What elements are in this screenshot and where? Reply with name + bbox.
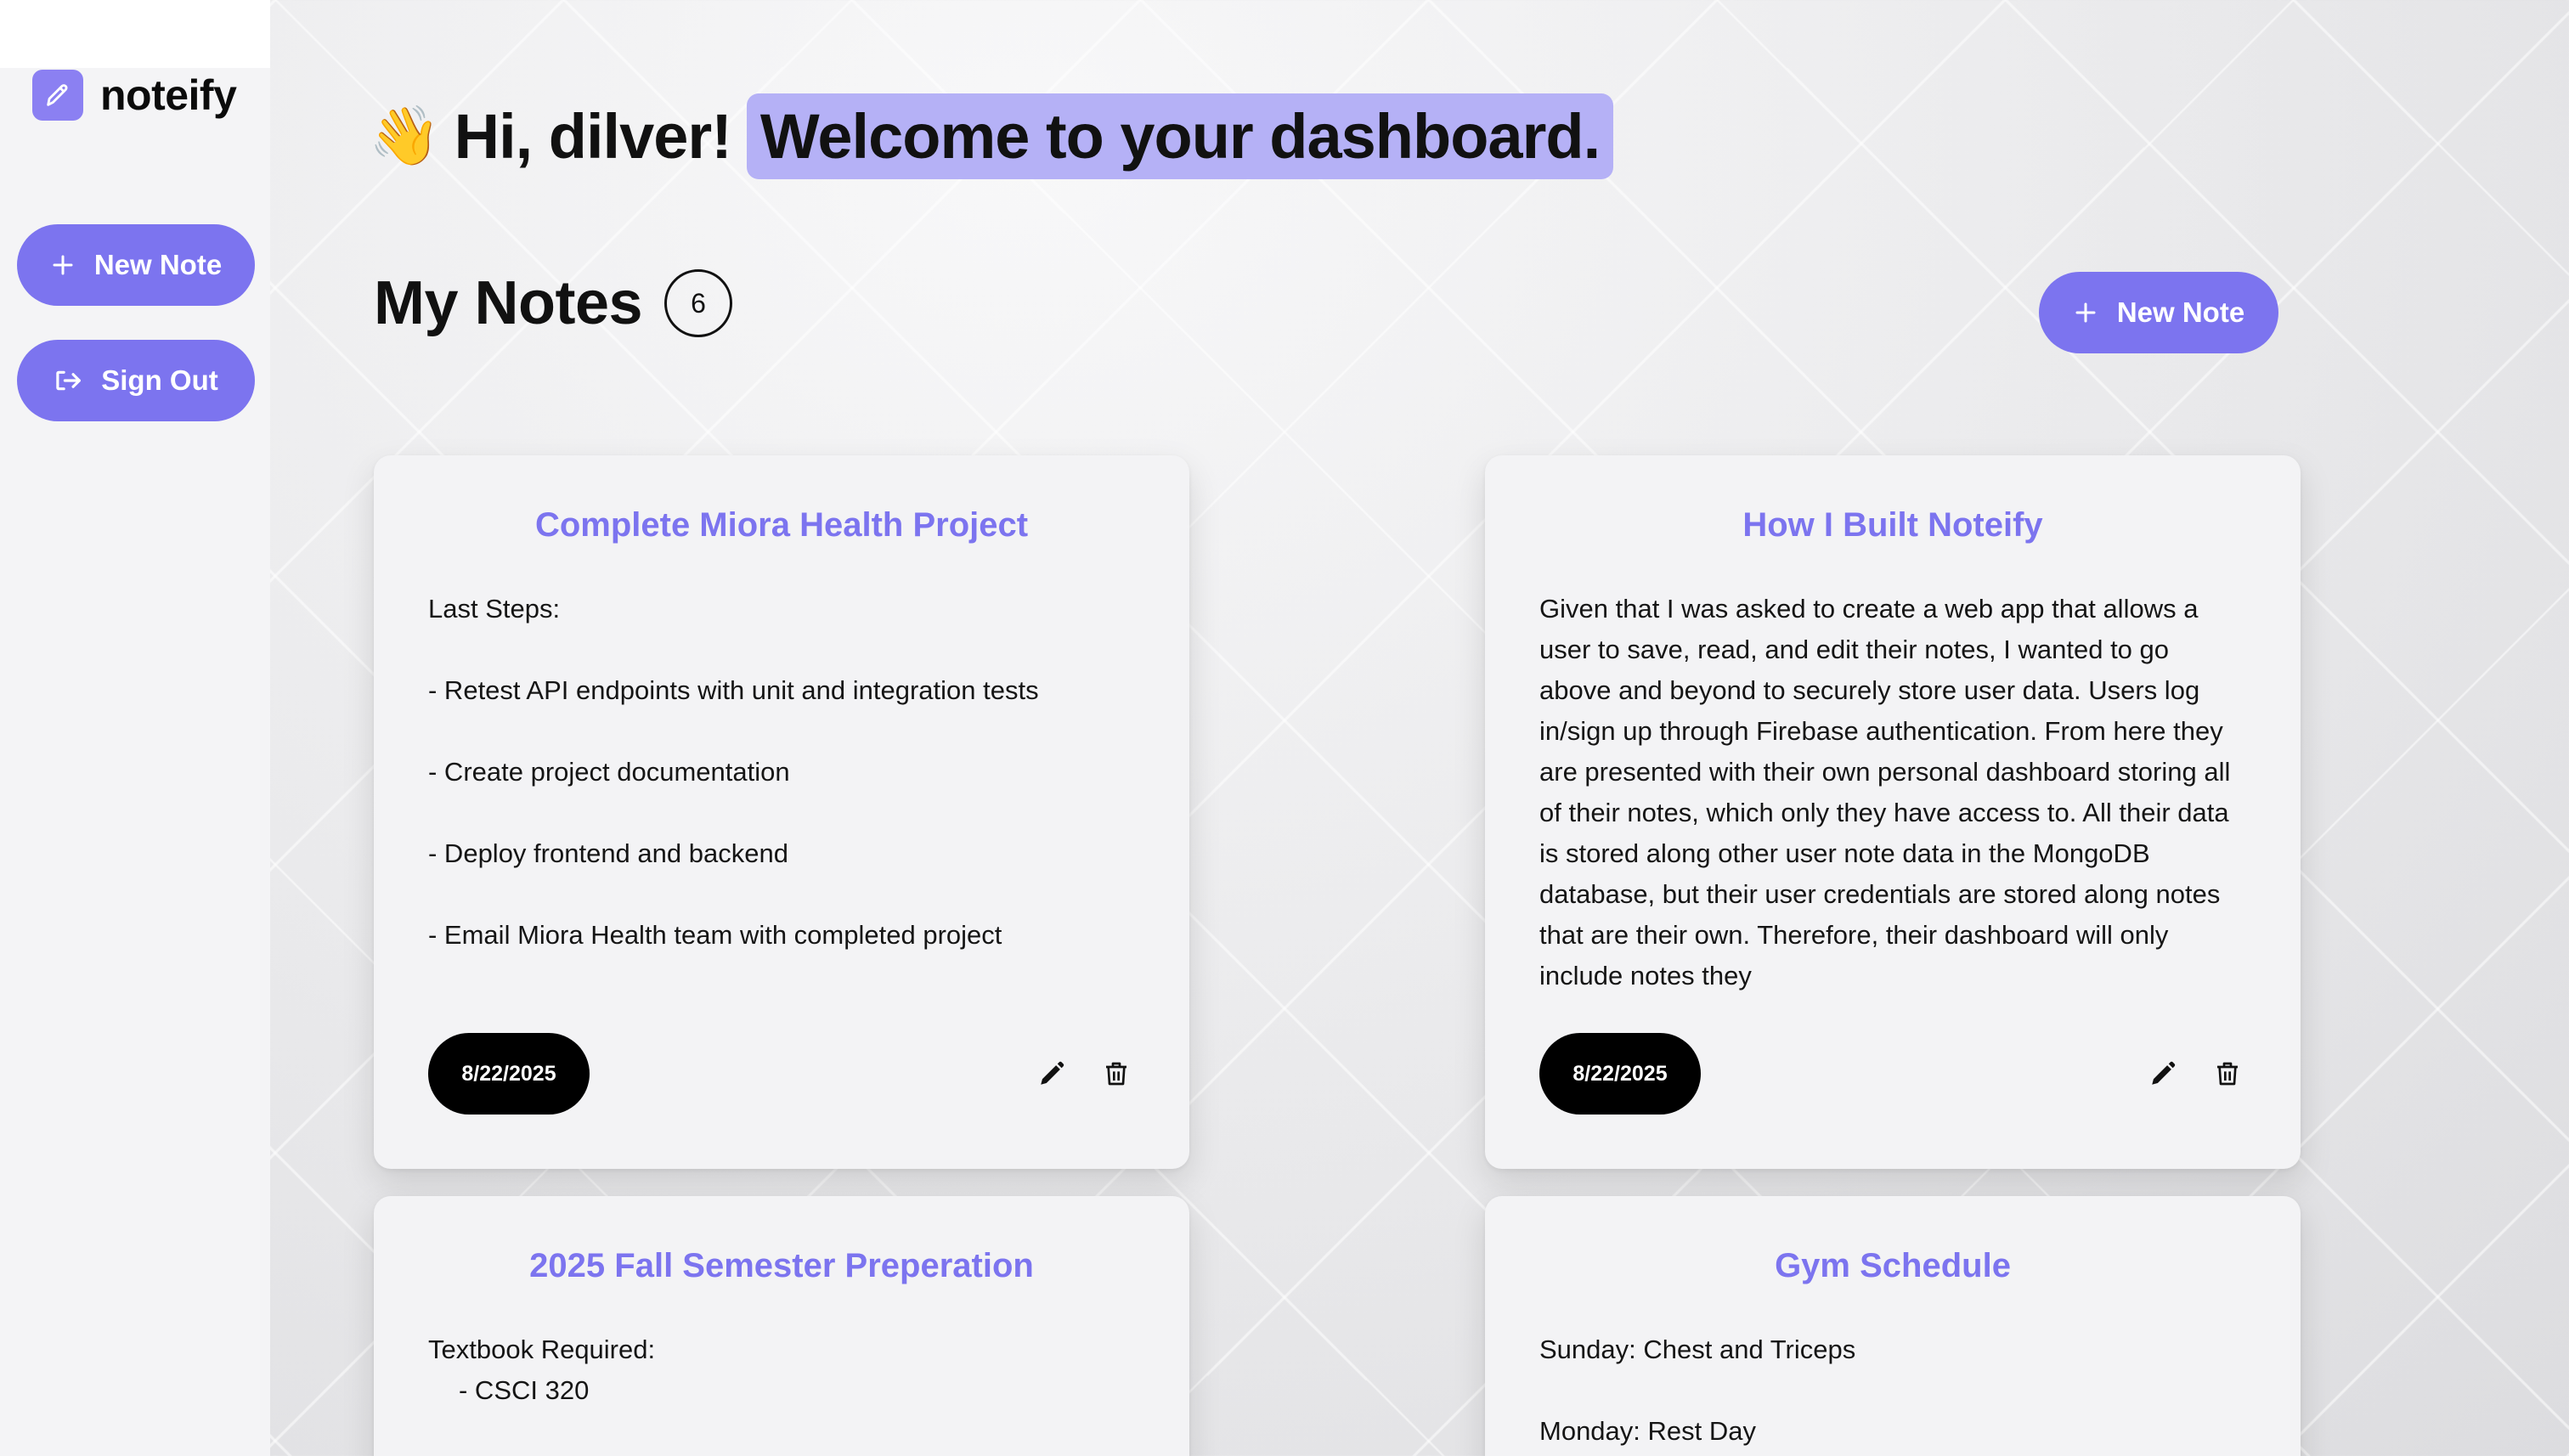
note-date: 8/22/2025 [428, 1033, 590, 1115]
note-line: Last Steps: [428, 594, 561, 624]
brand-name: noteify [100, 71, 237, 119]
note-line: - Deploy frontend and backend [428, 838, 788, 868]
sidebar-new-note-label: New Note [93, 249, 223, 280]
note-body: Sunday: Chest and Triceps Monday: Rest D… [1539, 1329, 2246, 1452]
note-title: 2025 Fall Semester Preperation [529, 1247, 1034, 1284]
note-line: - Retest API endpoints with unit and int… [428, 675, 1039, 705]
note-card[interactable]: 2025 Fall Semester Preperation Textbook … [374, 1196, 1189, 1456]
note-body: Given that I was asked to create a web a… [1539, 594, 2231, 990]
note-line: Monday: Rest Day [1539, 1416, 1756, 1446]
trash-icon[interactable] [1099, 1057, 1133, 1091]
note-line: - Create project documentation [428, 757, 790, 787]
notes-section-header: My Notes 6 [374, 268, 733, 338]
note-title: Complete Miora Health Project [534, 506, 1029, 544]
note-footer: 8/22/2025 [1539, 1033, 2246, 1115]
edit-icon[interactable] [1035, 1057, 1069, 1091]
page-title: My Notes [374, 269, 643, 337]
sign-out-label: Sign Out [101, 364, 218, 396]
note-card[interactable]: Gym Schedule Sunday: Chest and Triceps M… [1485, 1196, 2301, 1456]
sign-out-button[interactable]: Sign Out [17, 340, 255, 421]
plus-icon [53, 255, 73, 275]
note-title: Gym Schedule [1775, 1247, 2011, 1284]
trash-icon[interactable] [2210, 1057, 2244, 1091]
greeting: 👋 Hi, dilver! Welcome to your dashboard. [369, 85, 1614, 187]
note-card[interactable]: Complete Miora Health Project Last Steps… [374, 455, 1189, 1169]
note-actions [1035, 1057, 1133, 1091]
waving-hand-icon: 👋 [369, 104, 441, 168]
note-footer: 8/22/2025 [428, 1033, 1135, 1115]
note-line: - CSCI 320 [459, 1375, 590, 1405]
sidebar: noteify New Note Sign Out [0, 0, 270, 1456]
note-actions [2146, 1057, 2244, 1091]
greeting-text: Hi, dilver! [454, 100, 732, 172]
note-card[interactable]: How I Built Noteify Given that I was ask… [1485, 455, 2301, 1169]
note-date: 8/22/2025 [1539, 1033, 1701, 1115]
note-line: - Email Miora Health team with completed… [428, 920, 1002, 950]
sign-out-icon [56, 370, 82, 391]
sidebar-top-strip [0, 0, 270, 68]
note-title: How I Built Noteify [1742, 506, 2043, 544]
note-line: Textbook Required: [428, 1335, 656, 1364]
plus-icon [2075, 302, 2096, 323]
note-line: Sunday: Chest and Triceps [1539, 1335, 1856, 1364]
welcome-text: Welcome to your dashboard. [746, 93, 1614, 179]
note-body: Textbook Required: - CSCI 320 [428, 1329, 1135, 1411]
pencil-icon [32, 70, 83, 121]
notes-count-badge: 6 [664, 269, 733, 337]
brand[interactable]: noteify [32, 68, 237, 122]
note-body: Last Steps: - Retest API endpoints with … [428, 589, 1135, 956]
new-note-label: New Note [2116, 296, 2245, 328]
edit-icon[interactable] [2146, 1057, 2180, 1091]
new-note-button[interactable]: New Note [2039, 272, 2278, 353]
sidebar-new-note-button[interactable]: New Note [17, 224, 255, 306]
